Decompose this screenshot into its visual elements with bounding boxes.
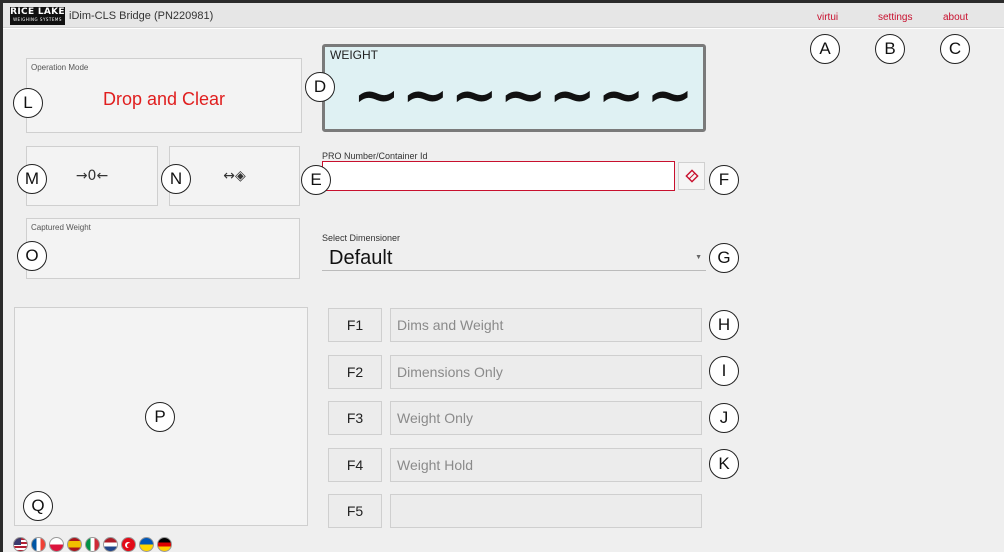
callout-h: H: [709, 310, 739, 340]
callout-a: A: [810, 34, 840, 64]
dimensioner-value: Default: [329, 247, 393, 269]
nav-settings-link[interactable]: settings: [878, 12, 912, 23]
captured-weight-label: Captured Weight: [31, 223, 91, 232]
operation-mode-value: Drop and Clear: [102, 89, 226, 109]
netherlands-flag-icon[interactable]: [103, 537, 118, 552]
captured-weight-panel: Captured Weight: [26, 218, 300, 279]
callout-e: E: [301, 165, 331, 195]
callout-o: O: [17, 241, 47, 271]
operation-mode-button[interactable]: Operation Mode Drop and Clear: [26, 58, 302, 133]
callout-n: N: [161, 164, 191, 194]
turkey-flag-icon[interactable]: [121, 537, 136, 552]
nav-virtui-link[interactable]: virtui: [817, 12, 838, 23]
ukraine-flag-icon[interactable]: [139, 537, 154, 552]
chevron-down-icon: ▼: [695, 254, 702, 261]
callout-i: I: [709, 356, 739, 386]
callout-l: L: [13, 88, 43, 118]
f3-key-button[interactable]: F3: [328, 401, 382, 435]
f1-command-button[interactable]: Dims and Weight: [390, 308, 702, 342]
spain-flag-icon[interactable]: [67, 537, 82, 552]
pro-number-label: PRO Number/Container Id: [322, 151, 428, 161]
callout-f: F: [709, 165, 739, 195]
language-selector: [13, 537, 172, 552]
app-title: iDim-CLS Bridge (PN220981): [69, 10, 214, 22]
f4-command-button[interactable]: Weight Hold: [390, 448, 702, 482]
f5-command-button[interactable]: [390, 494, 702, 528]
weight-value: ~~~~~~~: [353, 63, 696, 128]
callout-m: M: [17, 164, 47, 194]
pro-number-input[interactable]: [322, 161, 675, 191]
callout-b: B: [875, 34, 905, 64]
logo-text: RICE LAKE: [10, 7, 65, 17]
f1-key-button[interactable]: F1: [328, 308, 382, 342]
dimensioner-label: Select Dimensioner: [322, 233, 401, 243]
callout-j: J: [709, 403, 739, 433]
f2-command-button[interactable]: Dimensions Only: [390, 355, 702, 389]
f4-key-button[interactable]: F4: [328, 448, 382, 482]
callout-k: K: [709, 449, 739, 479]
f5-key-button[interactable]: F5: [328, 494, 382, 528]
clear-pro-button[interactable]: [678, 162, 705, 190]
poland-flag-icon[interactable]: [49, 537, 64, 552]
callout-c: C: [940, 34, 970, 64]
rice-lake-logo: RICE LAKE WEIGHING SYSTEMS: [10, 7, 65, 25]
us-flag-icon[interactable]: [13, 537, 28, 552]
callout-d: D: [305, 72, 335, 102]
callout-g: G: [709, 243, 739, 273]
france-flag-icon[interactable]: [31, 537, 46, 552]
callout-p: P: [145, 402, 175, 432]
nav-about-link[interactable]: about: [943, 12, 968, 23]
logo-subtext: WEIGHING SYSTEMS: [13, 17, 62, 22]
callout-q: Q: [23, 491, 53, 521]
germany-flag-icon[interactable]: [157, 537, 172, 552]
eraser-icon: [684, 169, 699, 183]
top-bar: RICE LAKE WEIGHING SYSTEMS iDim-CLS Brid…: [3, 3, 1004, 28]
f2-key-button[interactable]: F2: [328, 355, 382, 389]
operation-mode-label: Operation Mode: [31, 63, 89, 72]
f3-command-button[interactable]: Weight Only: [390, 401, 702, 435]
dimensioner-select[interactable]: Default ▼: [322, 243, 706, 271]
italy-flag-icon[interactable]: [85, 537, 100, 552]
weight-display: WEIGHT ~~~~~~~: [322, 44, 706, 132]
weight-label: WEIGHT: [330, 48, 378, 62]
